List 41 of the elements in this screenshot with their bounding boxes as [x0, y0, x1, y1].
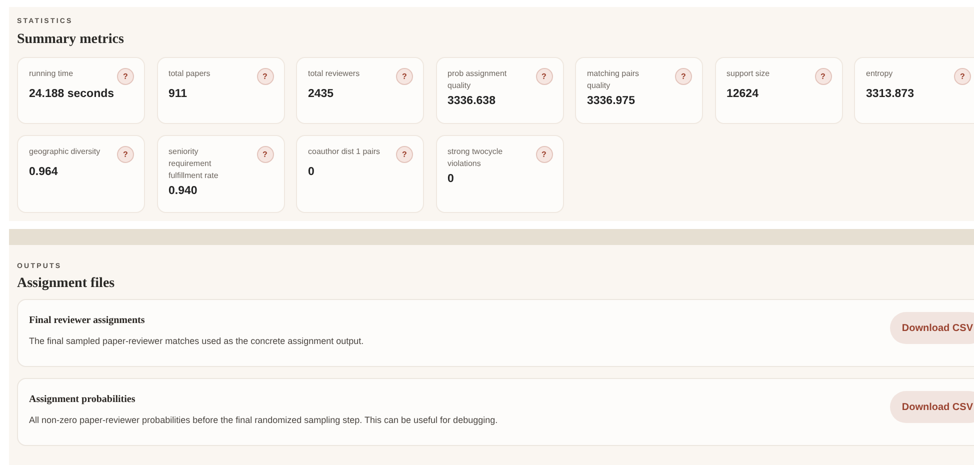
- help-button[interactable]: ?: [536, 146, 552, 163]
- section-title: Assignment files: [17, 276, 116, 292]
- metric-value: 0.964: [29, 166, 59, 178]
- help-button[interactable]: ?: [954, 68, 971, 85]
- help-button[interactable]: ?: [117, 146, 134, 163]
- metric-value: 24.188 seconds: [29, 88, 116, 100]
- help-button[interactable]: ?: [117, 68, 134, 85]
- metric-label: entropy: [866, 68, 893, 80]
- file-title: Assignment probabilities: [29, 394, 136, 405]
- metric-value: 0.940: [168, 185, 198, 197]
- help-button[interactable]: ?: [256, 68, 274, 85]
- download-button[interactable]: Download CSV: [890, 312, 974, 344]
- metric-label: prob assignment quality: [448, 68, 508, 92]
- metric-label: running time: [29, 68, 74, 80]
- help-button[interactable]: ?: [396, 146, 413, 163]
- metric-label: strong twocycle violations: [448, 146, 504, 170]
- section-title: Summary metrics: [17, 32, 125, 48]
- metric-value: 3313.873: [866, 88, 915, 100]
- metric-label: seniority requirement fulfillment rate: [168, 146, 220, 182]
- metric-label: total papers: [168, 68, 210, 80]
- help-button[interactable]: ?: [256, 146, 274, 163]
- metric-label: coauthor dist 1 pairs: [308, 146, 380, 158]
- metric-value: 0: [308, 166, 316, 178]
- metric-label: total reviewers: [308, 68, 360, 80]
- metric-label: support size: [726, 68, 770, 80]
- metric-value: 911: [168, 88, 188, 100]
- metric-value: 2435: [308, 88, 335, 100]
- metric-label: matching pairs quality: [587, 68, 640, 92]
- download-button[interactable]: Download CSV: [890, 391, 974, 423]
- help-button[interactable]: ?: [675, 68, 692, 85]
- metric-value: 0: [448, 173, 455, 185]
- help-button[interactable]: ?: [396, 68, 413, 85]
- metric-value: 3336.638: [448, 95, 496, 107]
- file-title: Final reviewer assignments: [29, 315, 146, 326]
- metric-label: geographic diversity: [29, 146, 100, 158]
- metric-value: 3336.975: [587, 95, 636, 107]
- file-description: The final sampled paper-reviewer matches used as the concrete assignment output.: [29, 336, 364, 346]
- help-button[interactable]: ?: [814, 68, 832, 85]
- help-button[interactable]: ?: [536, 68, 552, 85]
- metric-value: 12624: [726, 88, 760, 100]
- file-description: All non-zero paper-reviewer probabilities before the final randomized sampling step. This can be useful for debugging.: [29, 415, 498, 425]
